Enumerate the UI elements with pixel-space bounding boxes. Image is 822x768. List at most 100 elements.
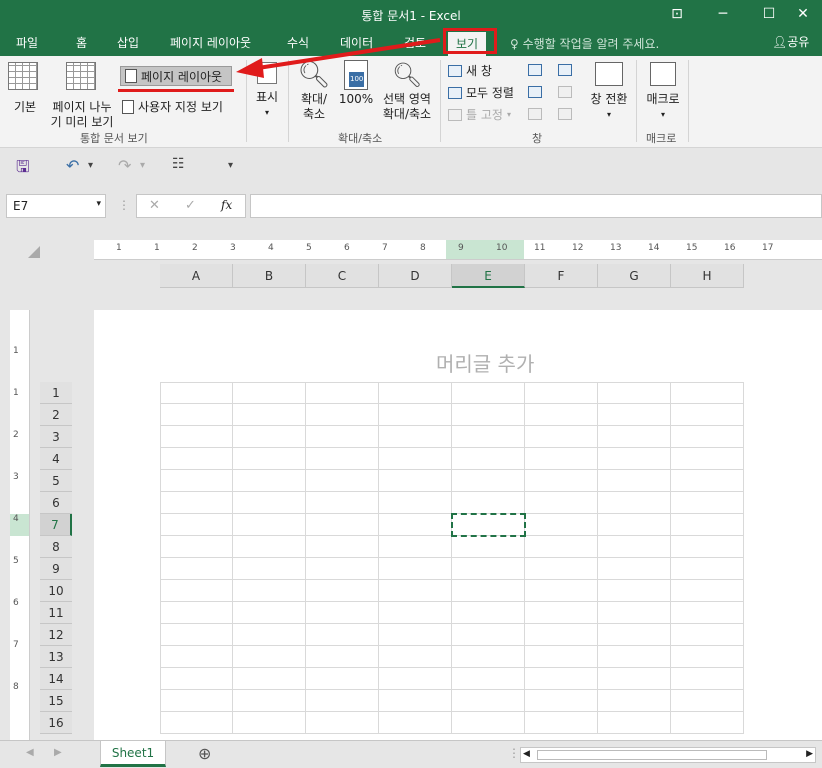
- cell-h16[interactable]: [671, 712, 744, 734]
- cell-b15[interactable]: [233, 690, 306, 712]
- cell-e3[interactable]: [452, 426, 525, 448]
- cell-g13[interactable]: [598, 646, 671, 668]
- row-header-7[interactable]: 7: [40, 514, 72, 536]
- cell-e10[interactable]: [452, 580, 525, 602]
- redo-icon[interactable]: ↷: [118, 156, 131, 175]
- cell-h15[interactable]: [671, 690, 744, 712]
- cell-f5[interactable]: [525, 470, 598, 492]
- scroll-tabs-right-icon[interactable]: ▶: [54, 747, 62, 758]
- cell-b1[interactable]: [233, 382, 306, 404]
- cell-b16[interactable]: [233, 712, 306, 734]
- cell-c12[interactable]: [306, 624, 379, 646]
- cell-e8[interactable]: [452, 536, 525, 558]
- cell-a2[interactable]: [160, 404, 233, 426]
- cell-e6[interactable]: [452, 492, 525, 514]
- cell-f11[interactable]: [525, 602, 598, 624]
- cell-a5[interactable]: [160, 470, 233, 492]
- cell-f1[interactable]: [525, 382, 598, 404]
- cell-d10[interactable]: [379, 580, 452, 602]
- row-header-15[interactable]: 15: [40, 690, 72, 712]
- cell-b10[interactable]: [233, 580, 306, 602]
- row-header-9[interactable]: 9: [40, 558, 72, 580]
- zoom-button[interactable]: 🔍︎ 확대/ 축소: [296, 60, 332, 122]
- cell-e4[interactable]: [452, 448, 525, 470]
- column-header-g[interactable]: G: [598, 264, 671, 288]
- cell-f8[interactable]: [525, 536, 598, 558]
- cell-f7[interactable]: [525, 514, 598, 536]
- form-icon[interactable]: ☷: [172, 156, 185, 172]
- page-layout-view-button[interactable]: 페이지 레이아웃: [120, 66, 232, 86]
- normal-view-button[interactable]: 기본: [8, 62, 42, 115]
- cell-f9[interactable]: [525, 558, 598, 580]
- cell-d14[interactable]: [379, 668, 452, 690]
- cell-d7[interactable]: [379, 514, 452, 536]
- arrange-all-button[interactable]: 모두 정렬: [448, 84, 514, 101]
- column-header-b[interactable]: B: [233, 264, 306, 288]
- cell-f4[interactable]: [525, 448, 598, 470]
- cell-e12[interactable]: [452, 624, 525, 646]
- cell-g14[interactable]: [598, 668, 671, 690]
- row-header-16[interactable]: 16: [40, 712, 72, 734]
- cell-h10[interactable]: [671, 580, 744, 602]
- cell-g15[interactable]: [598, 690, 671, 712]
- column-header-h[interactable]: H: [671, 264, 744, 288]
- cell-h14[interactable]: [671, 668, 744, 690]
- select-all-corner[interactable]: [28, 246, 40, 258]
- cell-a12[interactable]: [160, 624, 233, 646]
- cell-c6[interactable]: [306, 492, 379, 514]
- scroll-tabs-left-icon[interactable]: ◀: [26, 747, 34, 758]
- hide-icon[interactable]: [528, 86, 542, 98]
- cell-e1[interactable]: [452, 382, 525, 404]
- horizontal-scrollbar[interactable]: ◀ ▶: [520, 747, 816, 763]
- tab-page-layout[interactable]: 페이지 레이아웃: [170, 34, 251, 51]
- page-header-placeholder[interactable]: 머리글 추가: [436, 348, 534, 377]
- cell-e2[interactable]: [452, 404, 525, 426]
- cell-b9[interactable]: [233, 558, 306, 580]
- column-header-e[interactable]: E: [452, 264, 525, 288]
- cell-h2[interactable]: [671, 404, 744, 426]
- cell-e16[interactable]: [452, 712, 525, 734]
- ribbon-display-options-icon[interactable]: ⊡: [654, 0, 700, 28]
- cell-c8[interactable]: [306, 536, 379, 558]
- cell-a8[interactable]: [160, 536, 233, 558]
- cell-g10[interactable]: [598, 580, 671, 602]
- cell-f13[interactable]: [525, 646, 598, 668]
- cell-a16[interactable]: [160, 712, 233, 734]
- cell-b2[interactable]: [233, 404, 306, 426]
- cell-h5[interactable]: [671, 470, 744, 492]
- column-header-d[interactable]: D: [379, 264, 452, 288]
- macros-button[interactable]: 매크로 ▾: [642, 62, 684, 122]
- cell-b5[interactable]: [233, 470, 306, 492]
- cell-a13[interactable]: [160, 646, 233, 668]
- sheet-tab-sheet1[interactable]: Sheet1: [100, 741, 166, 767]
- row-header-6[interactable]: 6: [40, 492, 72, 514]
- cell-e9[interactable]: [452, 558, 525, 580]
- cell-f3[interactable]: [525, 426, 598, 448]
- zoom-100-button[interactable]: 100 100%: [338, 60, 374, 107]
- share-button[interactable]: 👤︎공유: [772, 33, 809, 50]
- cell-h6[interactable]: [671, 492, 744, 514]
- cell-c4[interactable]: [306, 448, 379, 470]
- cell-c10[interactable]: [306, 580, 379, 602]
- cell-b14[interactable]: [233, 668, 306, 690]
- cell-a10[interactable]: [160, 580, 233, 602]
- cell-f14[interactable]: [525, 668, 598, 690]
- cell-d2[interactable]: [379, 404, 452, 426]
- cell-a11[interactable]: [160, 602, 233, 624]
- cell-g11[interactable]: [598, 602, 671, 624]
- cell-a9[interactable]: [160, 558, 233, 580]
- tab-formulas[interactable]: 수식: [287, 34, 309, 51]
- cell-g6[interactable]: [598, 492, 671, 514]
- tab-home[interactable]: 홈: [76, 34, 87, 51]
- row-header-12[interactable]: 12: [40, 624, 72, 646]
- cell-f15[interactable]: [525, 690, 598, 712]
- cell-h12[interactable]: [671, 624, 744, 646]
- row-header-1[interactable]: 1: [40, 382, 72, 404]
- cell-d5[interactable]: [379, 470, 452, 492]
- show-button[interactable]: 표시 ▾: [252, 62, 282, 120]
- active-cell-marquee[interactable]: [451, 513, 526, 537]
- column-header-c[interactable]: C: [306, 264, 379, 288]
- add-sheet-icon[interactable]: ⊕: [198, 744, 211, 763]
- cell-c7[interactable]: [306, 514, 379, 536]
- zoom-to-selection-button[interactable]: 🔍︎ 선택 영역 확대/축소: [378, 60, 436, 122]
